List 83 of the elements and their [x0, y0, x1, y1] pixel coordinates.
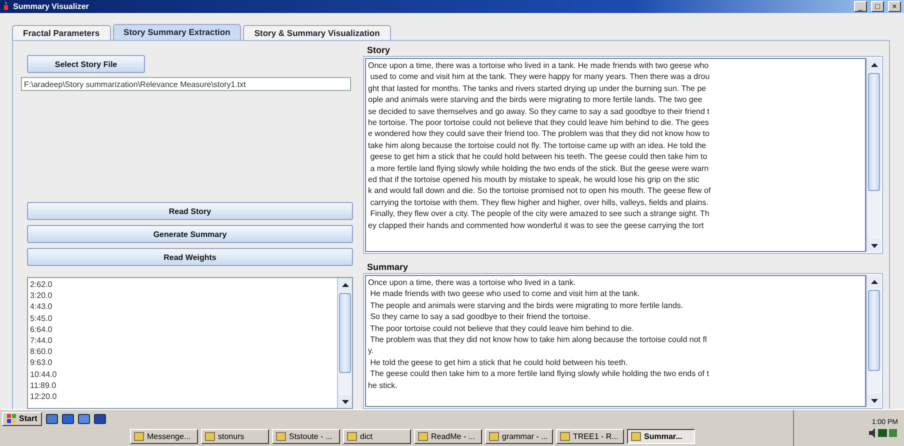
folder-icon [489, 432, 499, 440]
taskbar-button[interactable]: grammar - ... [485, 428, 553, 444]
scroll-down-icon[interactable] [342, 400, 348, 404]
tab[interactable]: Fractal Parameters [12, 25, 111, 40]
text-line: The poor tortoise could not believe that they could leave him behind to die. [369, 322, 634, 334]
weights-list[interactable]: 2:62.0 3:20.0 4:43.0 5:45.0 6:64.0 7:44.0 8:60.0 9:63.0 10:44.0 11:89.0 12:20.0 [27, 277, 353, 409]
list-item[interactable]: 4:43.0 [30, 301, 335, 313]
pane-title: Story [366, 45, 392, 55]
file-path-field[interactable]: F:\aradeep\Story summarization\Relevance Measure\story1.txt [21, 77, 351, 91]
text-line: ey clapped their hands and commented how wonderful it was to see the geese carrying the tort [368, 220, 704, 232]
start-button[interactable]: Start [2, 412, 42, 426]
text-line: take him along because the tortoise could not fly. The tortoise came up with an idea. He told the [368, 140, 706, 152]
taskbar-button[interactable]: ReadMe - ... [414, 428, 482, 444]
list-item[interactable]: 6:64.0 [30, 324, 335, 336]
minimize-button[interactable]: _ [854, 1, 867, 12]
java-cup-icon [3, 2, 9, 11]
text-line: he tortoise. The poor tortoise could not believe that they could leave him behind to die. The gees [368, 117, 709, 128]
text-line: Once upon a time, there was a tortoise who lived in a tank. [368, 277, 576, 288]
scrollbar-thumb[interactable] [868, 73, 880, 192]
list-item[interactable]: 7:44.0 [30, 335, 335, 346]
windows-logo-icon [7, 414, 17, 423]
maximize-button[interactable]: □ [871, 1, 884, 12]
select-file-button[interactable]: Select Story File [27, 55, 145, 73]
text-line: se decided to save themselves and go away. So they came to say a sad goodbye to their friend t [368, 106, 710, 118]
list-item[interactable]: 12:20.0 [30, 391, 335, 402]
folder-icon [631, 432, 641, 440]
taskbar-button[interactable]: stonurs [201, 428, 269, 444]
action-button[interactable]: Read Weights [27, 248, 353, 266]
folder-icon [347, 432, 357, 440]
text-line: carrying the tortoise with them. They flew higher and higher, over hills, valleys, fields and plains. [369, 196, 708, 208]
folder-icon [560, 432, 570, 440]
text-line: Once upon a time, there was a tortoise who lived in a tank. He made friends with two geese who [368, 60, 709, 72]
text-line: e wondered how they could save their friend too. The problem was that they did not know how to [368, 128, 710, 140]
text-line: ople and animals were starving and the birds were migrating to more fertile lands. The two gee [368, 94, 702, 106]
taskbar-button[interactable]: TREE1 - R... [556, 428, 624, 444]
list-item[interactable]: 8:60.0 [30, 346, 335, 358]
taskbar-button[interactable]: Summar... [627, 428, 695, 444]
scroll-down-icon[interactable] [870, 244, 878, 248]
scroll-down-icon[interactable] [870, 398, 878, 402]
text-line: ed that if the tortoise opened his mouth by mistake to speak, he would lose his grip on the stic [368, 174, 700, 186]
scroll-up-icon[interactable] [870, 280, 878, 284]
text-line: geese to get him a stick that he could hold between his teeth. The geese could then take him to [369, 151, 708, 163]
text-line: y. [368, 345, 374, 357]
text-line: He made friends with two geese who used to come and visit him at the tank. [369, 288, 640, 300]
text-line: The geese could then take him to a more fertile land flying slowly while holding the two ends of t [369, 368, 709, 380]
list-item[interactable]: 11:89.0 [30, 380, 335, 392]
action-button[interactable]: Read Story [27, 202, 353, 220]
tray-icons[interactable] [868, 428, 898, 438]
list-item[interactable]: 5:45.0 [30, 312, 335, 324]
tab[interactable]: Story & Summary Visualization [243, 25, 391, 40]
list-item[interactable]: 10:44.0 [30, 368, 335, 380]
text-line: he stick. [368, 380, 398, 392]
text-line: Finally, they flew over a city. The people of the city were amazed to see such a strange sight. Th [369, 208, 710, 220]
text-line: The problem was that they did not know how to take him along because the tortoise could not fl [369, 334, 707, 346]
taskbar-button[interactable]: Messenge... [130, 428, 198, 444]
scroll-up-icon[interactable] [342, 282, 348, 286]
text-line: used to come and visit him at the tank. They were happy for many years. Then there was a drou [369, 71, 710, 83]
taskbar-button[interactable]: Ststoute - ... [272, 428, 340, 444]
taskbar-button[interactable]: dict [343, 428, 411, 444]
folder-icon [418, 432, 428, 440]
text-line: So they came to say a sad goodbye to their friend the tortoise. [369, 311, 590, 323]
list-item[interactable]: 3:20.0 [30, 290, 335, 302]
folder-icon [276, 432, 286, 440]
scrollbar-thumb[interactable] [339, 293, 351, 373]
close-button[interactable]: × [888, 1, 901, 12]
list-item[interactable]: 9:63.0 [30, 357, 335, 369]
folder-icon [205, 432, 215, 440]
window-icon[interactable] [78, 413, 90, 424]
tab[interactable]: Story Summary Extraction [112, 24, 242, 40]
pane-title: Summary [366, 262, 410, 272]
window-title: Summary Visualizer [13, 2, 90, 11]
text-line: He told the geese to get him a stick that he could hold between his teeth. [369, 356, 628, 368]
text-area[interactable] [365, 58, 866, 252]
text-line: k and would fall down and die. So the tortoise promised not to open his mouth. The geese flew of [368, 185, 711, 197]
text-line: a more fertile land flying slowly while holding the two ends of the stick. But the geese were warn [369, 162, 709, 174]
text-line: ght that lasted for months. The tanks and rivers started drying up under the burning sun. The pe [368, 82, 706, 94]
folder-icon [134, 432, 144, 440]
text-line: The people and animals were starving and the birds were migrating to more fertile lands. [369, 300, 684, 312]
action-button[interactable]: Generate Summary [27, 225, 353, 243]
text-area[interactable] [365, 275, 866, 407]
scrollbar-thumb[interactable] [868, 290, 880, 372]
scroll-up-icon[interactable] [870, 62, 878, 66]
list-item[interactable]: 2:62.0 [30, 279, 335, 290]
